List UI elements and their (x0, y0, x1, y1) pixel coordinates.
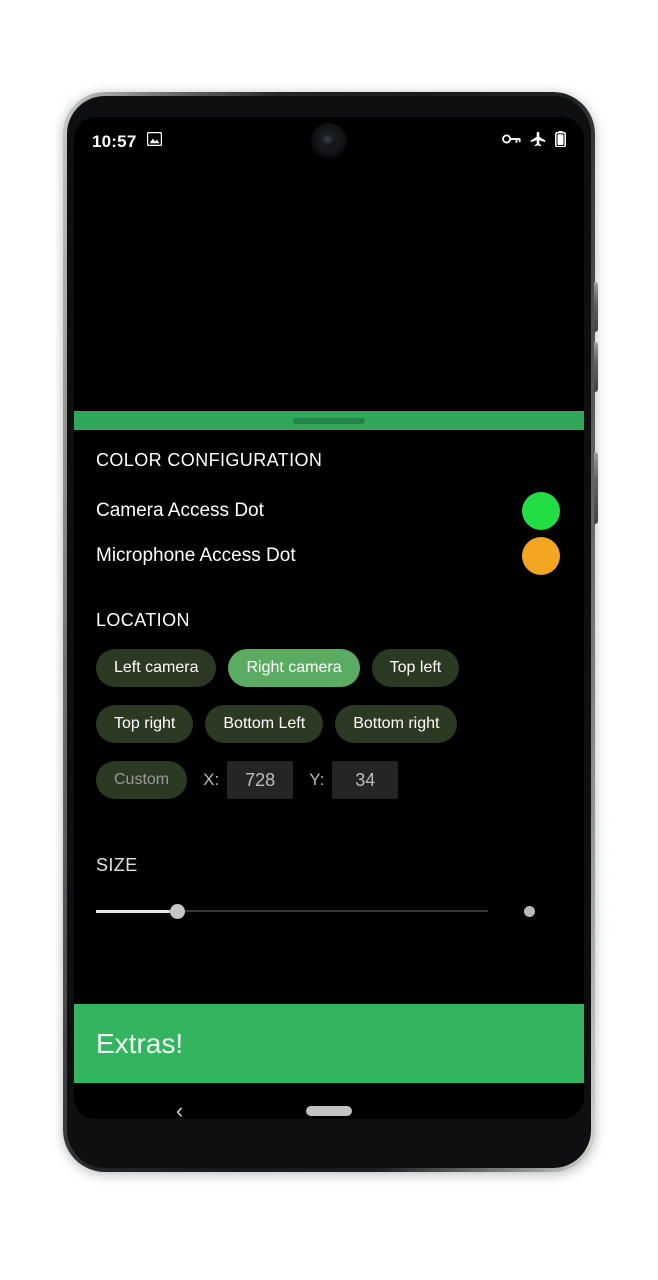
status-bar: 10:57 (74, 117, 584, 165)
phone-screen: 10:57 COLOR CONFIGURATION Camera Access … (74, 117, 584, 1119)
phone-device-frame: 10:57 COLOR CONFIGURATION Camera Access … (63, 92, 598, 1172)
camera-access-dot-label: Camera Access Dot (96, 500, 264, 521)
section-header-color-configuration: COLOR CONFIGURATION (96, 450, 323, 470)
volume-down-button[interactable] (594, 342, 598, 392)
extras-label: Extras! (96, 1027, 184, 1059)
bottom-sheet-drag-bar[interactable] (74, 411, 584, 430)
vpn-key-icon (502, 132, 521, 151)
chip-bottom-right[interactable]: Bottom right (335, 705, 458, 743)
section-header-location: LOCATION (96, 610, 190, 630)
airplane-mode-icon (530, 131, 546, 152)
custom-x-label: X: (203, 770, 220, 789)
settings-panel: COLOR CONFIGURATION Camera Access Dot Mi… (74, 430, 584, 1119)
app-content: COLOR CONFIGURATION Camera Access Dot Mi… (74, 165, 584, 1119)
location-chip-row-2: Top right Bottom Left Bottom right (96, 705, 570, 743)
chip-right-camera[interactable]: Right camera (228, 649, 360, 687)
image-notification-icon (147, 131, 163, 151)
custom-y-label: Y: (309, 770, 325, 789)
size-slider-thumb[interactable] (170, 904, 185, 919)
drag-handle-icon[interactable] (293, 417, 365, 424)
custom-y-input[interactable]: 34 (332, 761, 399, 799)
dot-preview-area (74, 165, 584, 411)
section-header-size: SIZE (96, 855, 138, 875)
power-button[interactable] (594, 452, 598, 524)
chip-top-right[interactable]: Top right (96, 705, 194, 743)
chip-custom[interactable]: Custom (96, 761, 188, 799)
status-bar-clock: 10:57 (92, 131, 137, 151)
microphone-access-dot-label: Microphone Access Dot (96, 545, 296, 566)
chip-top-left[interactable]: Top left (371, 649, 460, 687)
microphone-dot-color-swatch[interactable] (522, 537, 560, 575)
row-microphone-access-dot[interactable]: Microphone Access Dot (96, 533, 566, 579)
size-slider-track-active (96, 910, 177, 913)
chip-left-camera[interactable]: Left camera (96, 649, 217, 687)
status-bar-left-group: 10:57 (92, 131, 163, 151)
custom-x-input[interactable]: 728 (227, 761, 294, 799)
nav-back-icon[interactable]: ‹ (176, 1100, 183, 1120)
volume-up-button[interactable] (594, 282, 598, 332)
status-bar-right-group (502, 130, 566, 152)
nav-home-pill[interactable] (306, 1106, 352, 1116)
size-slider[interactable] (96, 896, 570, 926)
location-chip-row-3: Custom X: 728 Y: 34 (96, 761, 570, 799)
system-navigation-bar: ‹ (74, 1083, 584, 1119)
size-preview-dot (524, 906, 535, 917)
location-chip-row-1: Left camera Right camera Top left (96, 649, 570, 687)
chip-bottom-left[interactable]: Bottom Left (205, 705, 324, 743)
row-camera-access-dot[interactable]: Camera Access Dot (96, 488, 566, 534)
battery-icon (555, 130, 566, 152)
extras-button[interactable]: Extras! (74, 1004, 584, 1083)
camera-dot-color-swatch[interactable] (522, 492, 560, 530)
